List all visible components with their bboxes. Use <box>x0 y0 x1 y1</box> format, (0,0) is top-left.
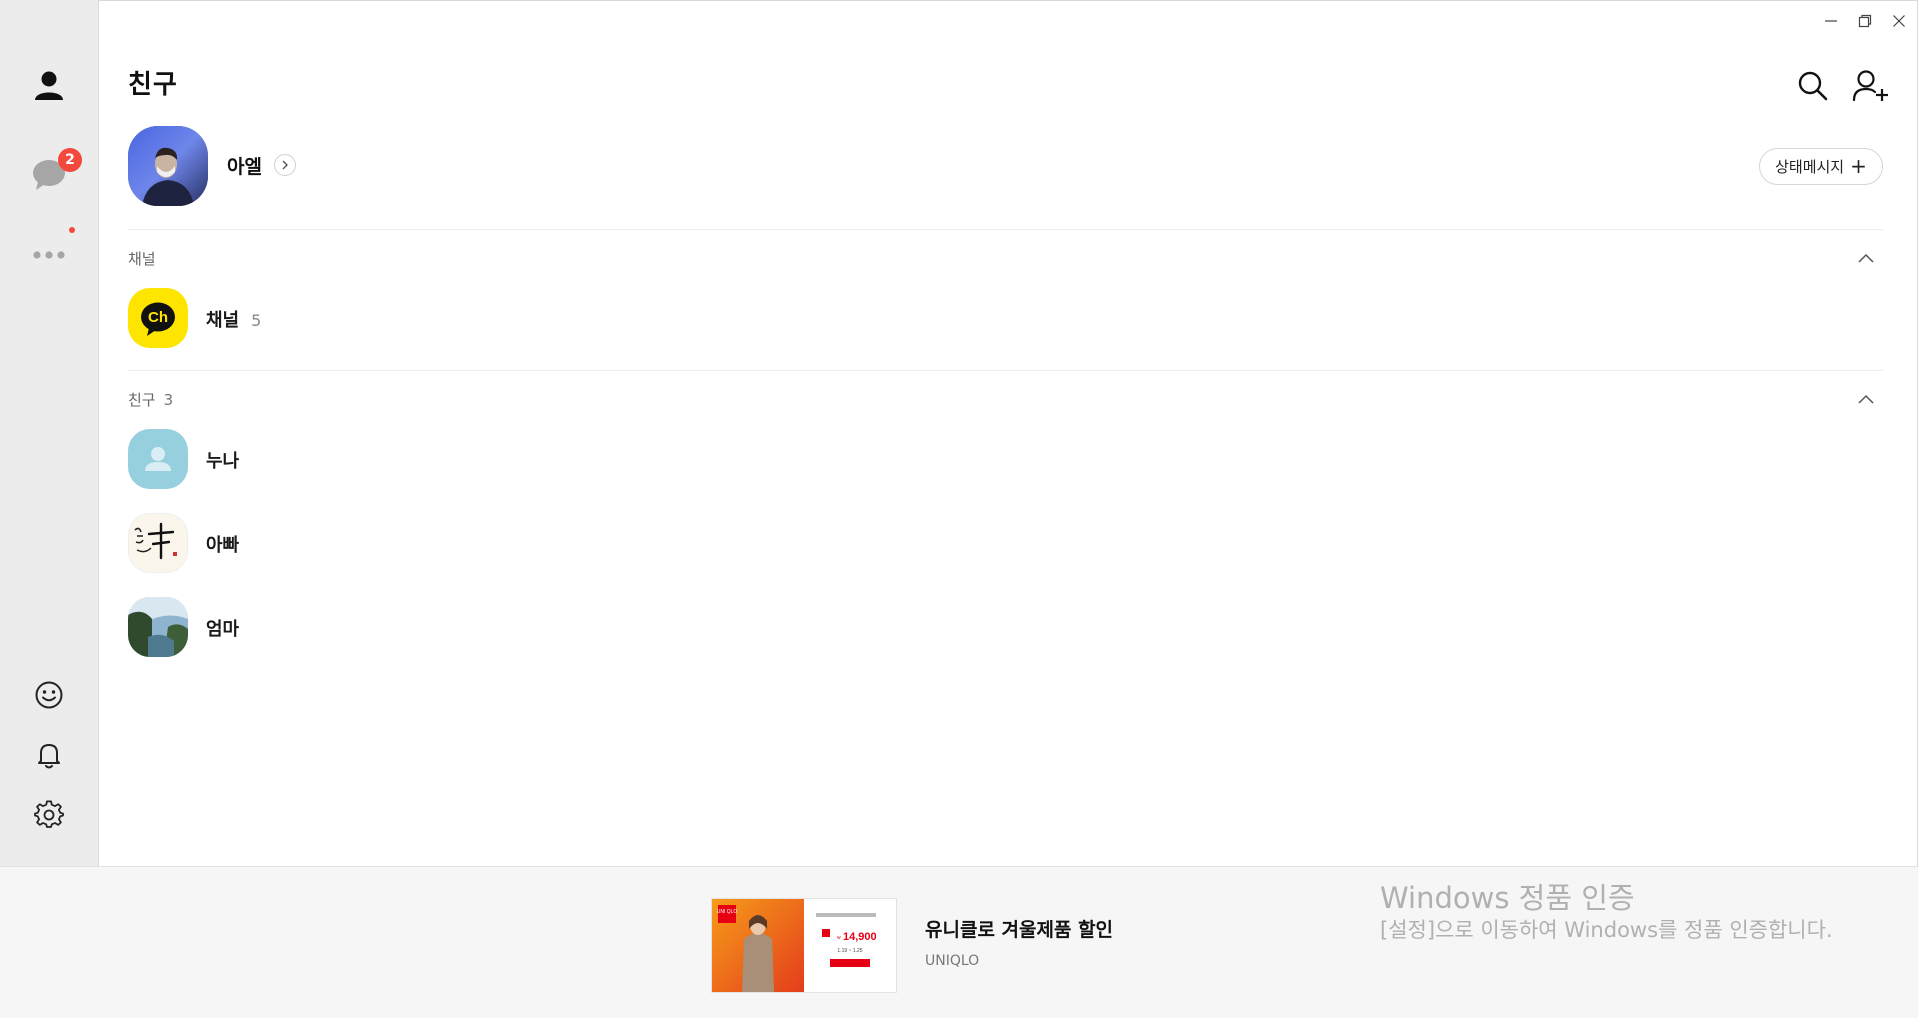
more-dots-icon <box>33 251 65 259</box>
unread-badge: 2 <box>58 148 82 172</box>
page-title: 친구 <box>128 70 178 100</box>
section-label: 채널 <box>128 250 156 268</box>
friends-section-header: 친구 3 <box>128 389 173 410</box>
navigation-rail: 2 <box>0 0 99 866</box>
notifications-button[interactable] <box>29 735 69 775</box>
new-indicator-dot <box>69 227 75 233</box>
divider <box>128 370 1883 371</box>
search-icon <box>1798 71 1828 101</box>
svg-text:Ch: Ch <box>148 309 168 326</box>
divider <box>128 229 1883 230</box>
calligraphy-image <box>134 522 177 560</box>
ad-product-image: UNI QLO w 14,900 1.19 ~ 1.25 <box>712 899 896 992</box>
status-message-button[interactable]: 상태메시지 + <box>1759 148 1883 185</box>
friends-count: 3 <box>163 391 174 409</box>
add-person-icon <box>1852 70 1888 102</box>
gear-icon <box>34 800 64 828</box>
channel-row-count: 5 <box>251 311 262 330</box>
close-button[interactable] <box>1885 10 1913 32</box>
ad-image[interactable]: UNI QLO w 14,900 1.19 ~ 1.25 <box>711 898 897 993</box>
minimize-icon <box>1825 20 1837 22</box>
channel-collapse-button[interactable] <box>1855 247 1877 269</box>
person-icon <box>35 71 63 100</box>
restore-icon <box>1858 14 1872 28</box>
add-friend-button[interactable] <box>1851 66 1891 106</box>
ad-dates: 1.19 ~ 1.25 <box>837 948 862 954</box>
bell-icon <box>38 744 60 769</box>
status-message-label: 상태메시지 <box>1775 158 1845 176</box>
kakao-channel-icon: Ch <box>141 302 175 336</box>
default-person-icon <box>145 447 171 471</box>
profile-photo <box>128 126 208 206</box>
smile-icon <box>35 681 63 709</box>
close-icon <box>1893 15 1905 27</box>
ad-brand-mark: UNI QLO <box>717 909 738 915</box>
chevron-up-icon <box>1858 253 1874 263</box>
my-profile-name[interactable]: 아엘 <box>227 152 262 179</box>
emoticon-button[interactable] <box>29 675 69 715</box>
profile-detail-button[interactable] <box>274 154 296 176</box>
app-window <box>0 0 1918 1017</box>
friends-tab[interactable] <box>29 65 69 105</box>
ad-advertiser: UNIQLO <box>925 953 980 969</box>
chevron-right-icon <box>282 160 288 170</box>
settings-button[interactable] <box>29 795 69 835</box>
activation-watermark-title: Windows 정품 인증 <box>1380 881 1635 915</box>
friend-name[interactable]: 누나 <box>206 447 239 473</box>
friend-avatar[interactable] <box>128 429 188 489</box>
channel-row-name: 채널 <box>206 310 240 331</box>
more-tab[interactable] <box>29 235 69 275</box>
channel-section-header: 채널 <box>128 248 156 269</box>
section-label: 친구 <box>128 391 156 409</box>
friend-avatar[interactable] <box>128 597 188 657</box>
ad-price: 14,900 <box>843 931 877 943</box>
channel-avatar[interactable]: Ch <box>128 288 188 348</box>
landscape-photo <box>128 597 188 657</box>
maximize-button[interactable] <box>1851 10 1879 32</box>
ad-title[interactable]: 유니클로 겨울제품 할인 <box>925 915 1113 942</box>
friend-name[interactable]: 아빠 <box>206 531 239 557</box>
activation-watermark-message: [설정]으로 이동하여 Windows를 정품 인증합니다. <box>1380 918 1833 942</box>
my-profile-avatar[interactable] <box>128 126 208 206</box>
plus-icon: + <box>1850 153 1867 178</box>
channel-row[interactable]: 채널 5 <box>206 306 261 332</box>
search-button[interactable] <box>1793 66 1833 106</box>
ad-price-prefix: w <box>837 935 841 941</box>
friend-avatar[interactable] <box>128 513 188 573</box>
friend-name[interactable]: 엄마 <box>206 615 239 641</box>
friends-collapse-button[interactable] <box>1855 388 1877 410</box>
minimize-button[interactable] <box>1817 10 1845 32</box>
chevron-up-icon <box>1858 394 1874 404</box>
